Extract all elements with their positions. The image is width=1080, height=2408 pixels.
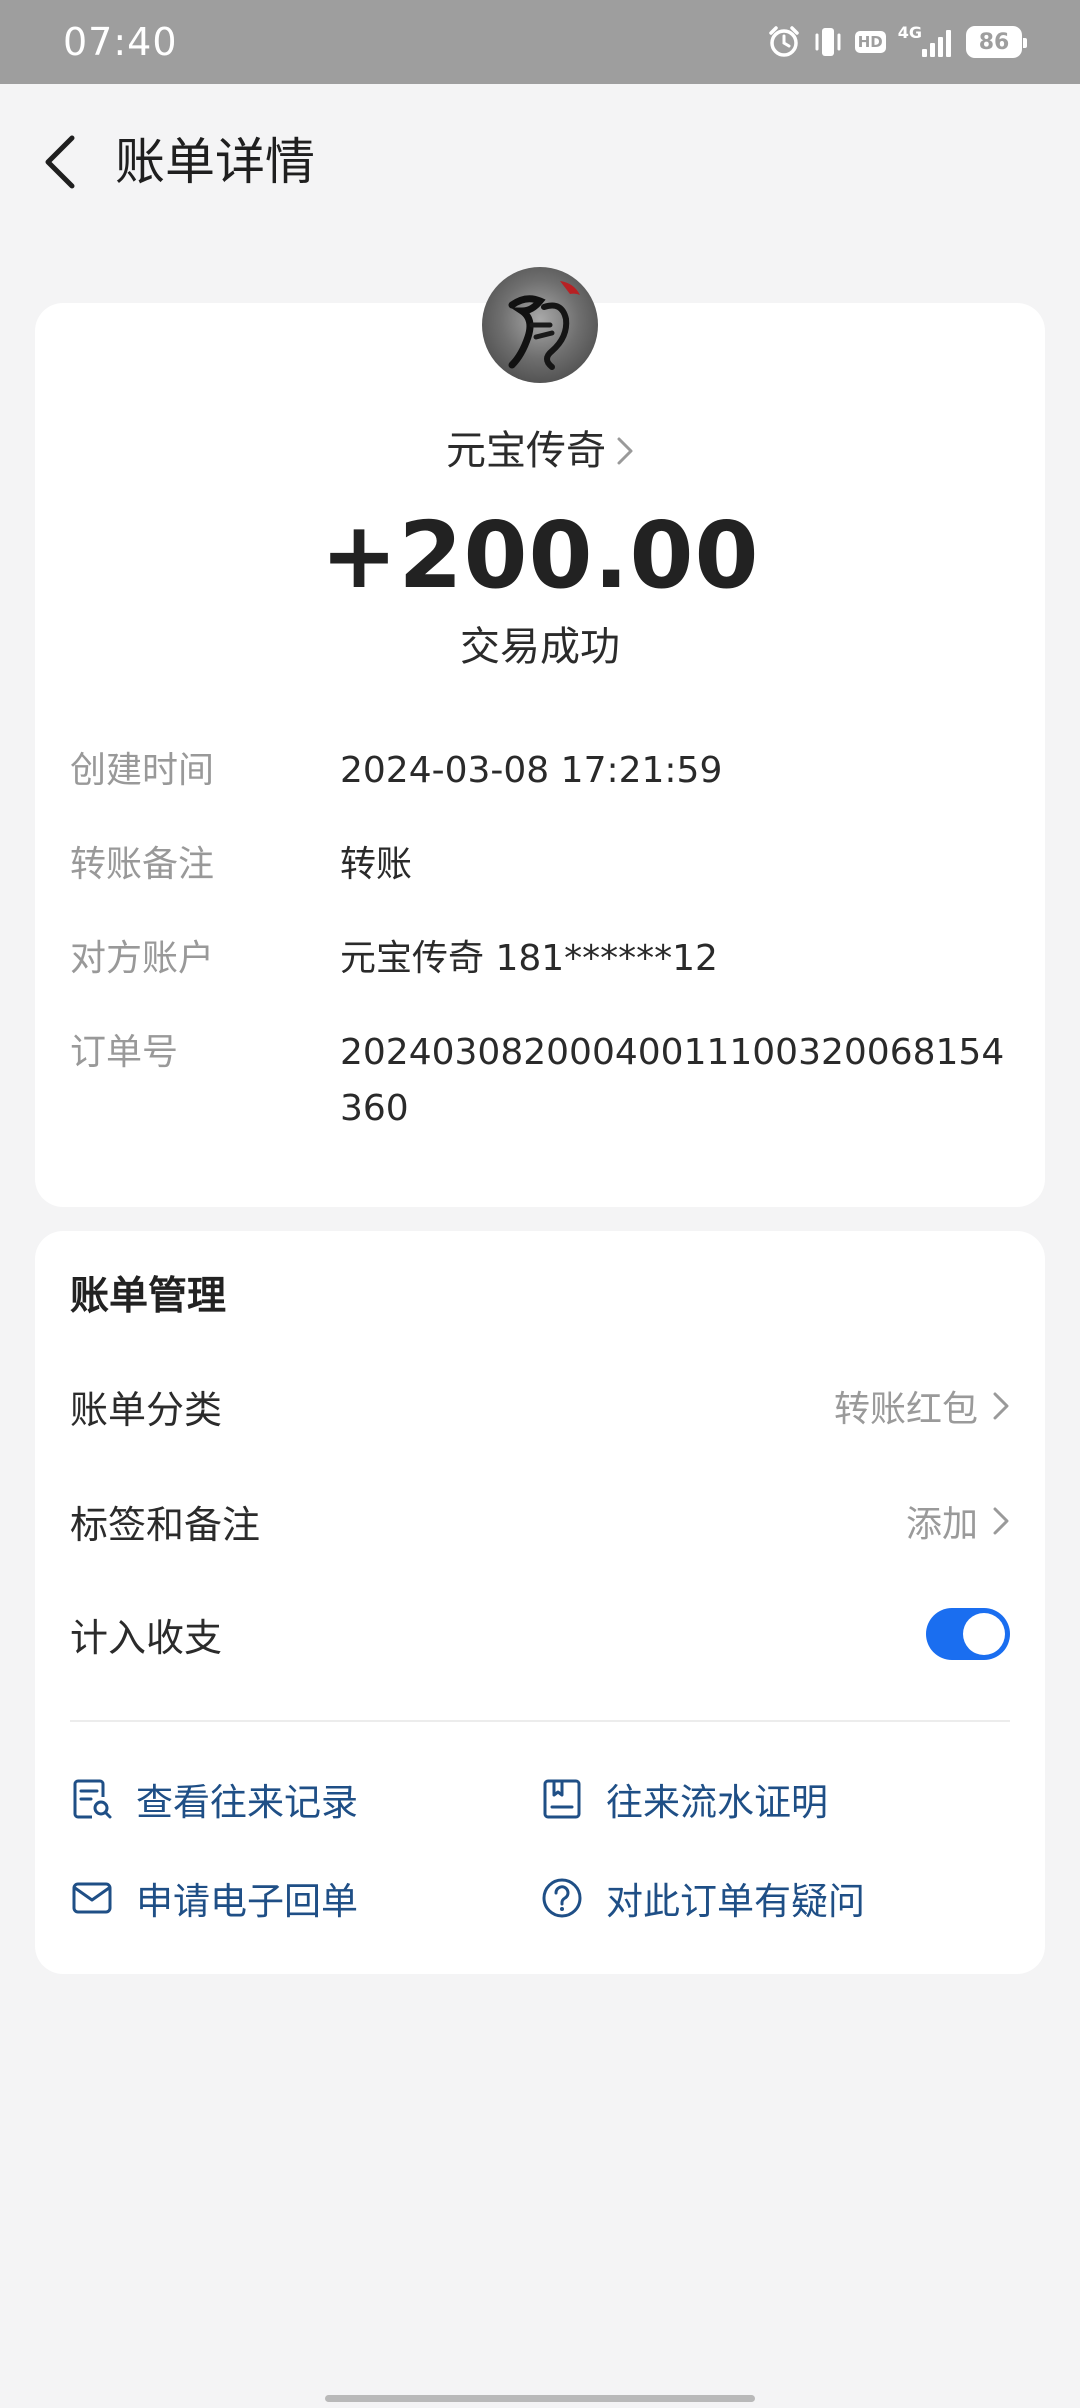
statement-proof-label: 往来流水证明	[606, 1781, 828, 1824]
view-records-label: 查看往来记录	[136, 1781, 358, 1824]
bill-category-value: 转账红包	[833, 1389, 978, 1430]
info-label: 对方账户	[70, 938, 215, 979]
transaction-status: 交易成功	[460, 624, 620, 670]
info-value: 元宝传奇 181******12	[340, 938, 718, 979]
info-row-remark: 转账备注 转账	[70, 837, 1020, 893]
order-number-value[interactable]: 20240308200040011100320068154360	[340, 1025, 1020, 1137]
statement-proof-link[interactable]: 往来流水证明	[540, 1764, 828, 1834]
hd-icon: HD	[854, 31, 886, 53]
section-title: 账单管理	[70, 1274, 227, 1319]
status-icons: HD 4G 86	[767, 22, 1027, 62]
chevron-left-icon	[45, 135, 75, 189]
document-icon	[540, 1777, 584, 1821]
bill-category-row[interactable]: 账单分类 转账红包	[70, 1371, 1010, 1441]
chevron-right-icon	[993, 1392, 1009, 1420]
divider	[70, 1720, 1010, 1722]
chevron-right-icon	[617, 437, 633, 465]
chevron-right-icon	[993, 1507, 1009, 1535]
tags-notes-value: 添加	[905, 1504, 978, 1545]
app-header: 账单详情	[0, 84, 1080, 234]
info-label: 创建时间	[70, 750, 215, 791]
info-value: 转账	[340, 844, 413, 885]
alarm-icon	[767, 25, 801, 59]
vibrate-icon	[813, 25, 843, 59]
bill-detail-card: 元宝传奇 +200.00 交易成功 创建时间 2024-03-08 17:21:…	[35, 303, 1045, 1207]
include-in-stats-label: 计入收支	[70, 1615, 223, 1660]
avatar[interactable]	[482, 267, 598, 383]
info-row-counterparty: 对方账户 元宝传奇 181******12	[70, 931, 1020, 987]
info-value: 2024-03-08 17:21:59	[340, 750, 723, 791]
transaction-amount: +200.00	[320, 502, 760, 609]
tags-notes-row[interactable]: 标签和备注 添加	[70, 1486, 1010, 1556]
order-question-link[interactable]: 对此订单有疑问	[540, 1863, 865, 1933]
detail-info-list: 创建时间 2024-03-08 17:21:59 转账备注 转账 对方账户 元宝…	[70, 743, 1020, 1175]
home-indicator[interactable]	[325, 2395, 755, 2402]
info-label: 转账备注	[70, 844, 215, 885]
e-receipt-link[interactable]: 申请电子回单	[70, 1863, 358, 1933]
status-bar: 07:40 HD 4G 86	[0, 0, 1080, 84]
battery-icon: 86	[966, 26, 1027, 58]
record-search-icon	[70, 1777, 114, 1821]
page-title: 账单详情	[115, 133, 315, 191]
toggle-knob	[963, 1613, 1005, 1655]
e-receipt-label: 申请电子回单	[136, 1880, 358, 1923]
mail-icon	[70, 1876, 114, 1920]
question-icon	[540, 1876, 584, 1920]
merchant-name: 元宝传奇	[446, 428, 606, 474]
back-button[interactable]	[32, 122, 88, 202]
4g-signal-icon: 4G	[897, 23, 954, 57]
info-row-order-number: 订单号 20240308200040011100320068154360	[70, 1025, 1020, 1137]
network-type-label: 4G	[897, 23, 922, 42]
tags-notes-label: 标签和备注	[70, 1502, 261, 1547]
include-in-stats-toggle[interactable]	[926, 1608, 1010, 1660]
merchant-link[interactable]: 元宝传奇	[35, 423, 1045, 479]
include-in-stats-row: 计入收支	[70, 1599, 1010, 1669]
bill-management-card: 账单管理 账单分类 转账红包 标签和备注 添加 计入收支 查看往来记录 往来流水…	[35, 1231, 1045, 1974]
order-question-label: 对此订单有疑问	[606, 1880, 865, 1923]
view-records-link[interactable]: 查看往来记录	[70, 1764, 358, 1834]
info-label: 订单号	[70, 1032, 179, 1073]
info-row-created-time: 创建时间 2024-03-08 17:21:59	[70, 743, 1020, 799]
status-time: 07:40	[63, 20, 178, 64]
bill-category-label: 账单分类	[70, 1387, 223, 1432]
